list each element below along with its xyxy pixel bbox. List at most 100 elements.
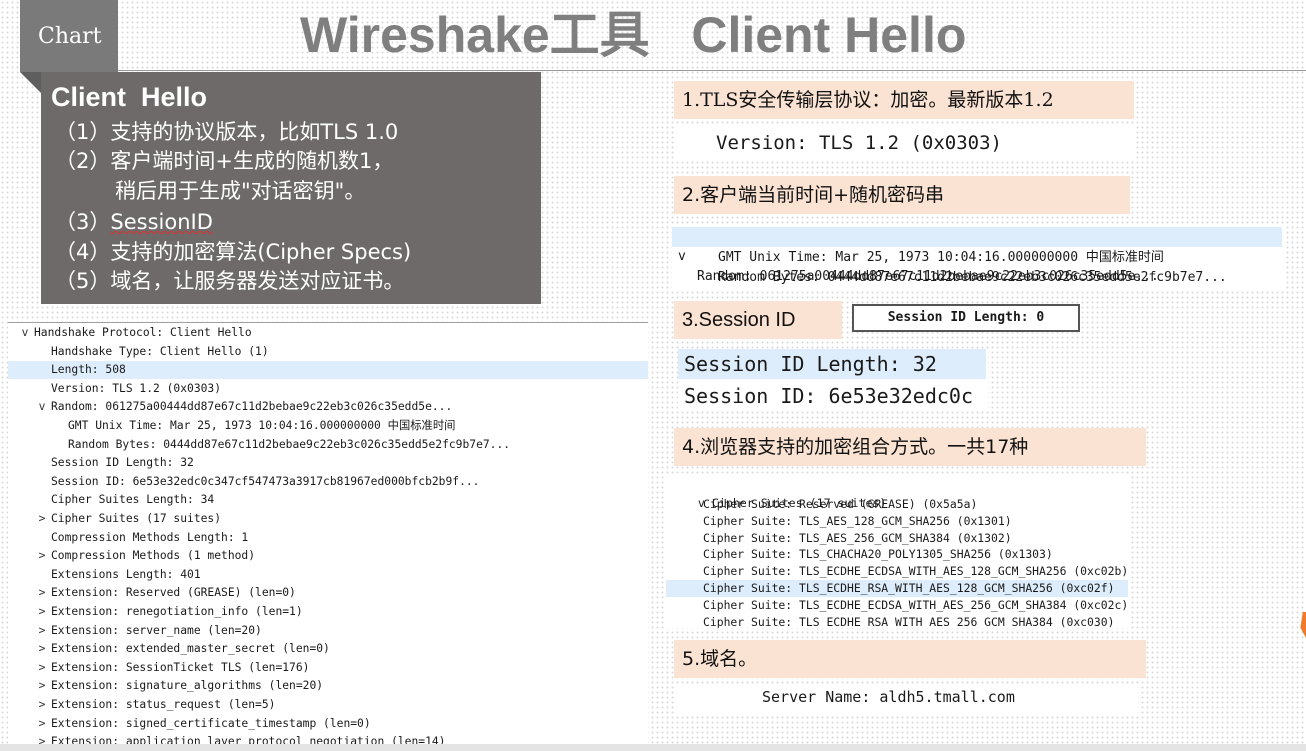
- corner-fold: [20, 72, 42, 94]
- summary-item-cipher: （4）支持的加密算法(Cipher Specs): [55, 240, 412, 264]
- tree-row[interactable]: > Extension: status_request (len=5): [8, 696, 648, 714]
- gmt-row: GMT Unix Time: Mar 25, 1973 10:04:16.000…: [718, 250, 1164, 265]
- random-toggle-icon[interactable]: v: [678, 247, 686, 267]
- tree-row-text: GMT Unix Time: Mar 25, 1973 10:04:16.000…: [68, 419, 456, 432]
- tree-row-text: Random Bytes: 0444dd87e67c11d2bebae9c22e…: [68, 437, 511, 451]
- packet-detail-tree[interactable]: v Handshake Protocol: Client Hello Handsha…: [8, 322, 648, 745]
- summary-item-domain: （5）域名，让服务器发送对应证书。: [55, 269, 405, 293]
- tree-row-text: Version: TLS 1.2 (0x0303): [51, 381, 222, 395]
- cipher-suite-row[interactable]: Cipher Suite: TLS_AES_128_GCM_SHA256 (0x…: [666, 513, 1128, 530]
- cipher-suite-row[interactable]: Cipher Suite: TLS_ECDHE_RSA_WITH_AES_128…: [666, 580, 1128, 597]
- tree-row[interactable]: > Cipher Suites (17 suites): [8, 510, 648, 528]
- tree-row[interactable]: > Extension: signature_algorithms (len=20…: [8, 677, 648, 695]
- cipher-suites-box: v Cipher Suites (17 suites) Cipher Suite…: [666, 476, 1130, 628]
- tree-row[interactable]: Random Bytes: 0444dd87e67c11d2bebae9c22e…: [8, 436, 648, 454]
- chevron-down-icon[interactable]: v: [19, 324, 31, 342]
- section-3-header: 3.Session ID: [674, 301, 842, 339]
- cipher-suite-row[interactable]: Cipher Suite: TLS_CHACHA20_POLY1305_SHA2…: [666, 546, 1128, 563]
- summary-item-version: （1）支持的协议版本，比如TLS 1.0: [55, 120, 399, 144]
- section-5-box: Server Name: aldh5.tmall.com: [674, 684, 1138, 714]
- tree-row[interactable]: Handshake Type: Client Hello (1): [8, 343, 648, 361]
- section-5-header: 5.域名。: [674, 640, 1146, 678]
- section-4-header: 4.浏览器支持的加密组合方式。一共17种: [674, 428, 1146, 466]
- tree-row-text: Extension: signature_algorithms (len=20): [51, 679, 324, 693]
- slide-bottom-bar: [0, 744, 1306, 751]
- page-title: Wireshake工具 Client Hello: [300, 7, 967, 63]
- summary-item-random: （2）客户端时间+生成的随机数1，: [55, 149, 394, 173]
- tree-row[interactable]: Version: TLS 1.2 (0x0303): [8, 380, 648, 398]
- orange-decoration: [1300, 612, 1306, 638]
- tree-row-text: Session ID: 6e53e32edc0c347cf547473a3917…: [51, 474, 480, 488]
- session-id-length-zero-box: Session ID Length: 0: [852, 304, 1080, 332]
- tree-row-text: Random: 061275a00444dd87e67c11d2bebae9c2…: [51, 400, 453, 414]
- chevron-right-icon[interactable]: >: [36, 547, 48, 565]
- tree-row-text: Extension: status_request (len=5): [51, 698, 276, 711]
- section-3-box: Session ID Length: 32 Session ID: 6e53e3…: [678, 349, 988, 411]
- summary-item-sessionid-prefix: （3）: [55, 210, 111, 234]
- title-divider: [118, 70, 1306, 71]
- tree-row-text: Extension: Reserved (GREASE) (len=0): [51, 586, 296, 600]
- tree-row[interactable]: > Extension: renegotiation_info (len=1): [8, 603, 648, 621]
- tree-row[interactable]: Compression Methods Length: 1: [8, 529, 648, 547]
- cipher-suite-row[interactable]: Cipher Suite: TLS_ECDHE_ECDSA_WITH_AES_1…: [666, 563, 1128, 580]
- tree-row[interactable]: > Extension: signed_certificate_timestamp…: [8, 715, 648, 733]
- session-id-row: Session ID: 6e53e32edc0c: [684, 384, 973, 408]
- chevron-right-icon[interactable]: >: [36, 640, 48, 658]
- cipher-suite-row[interactable]: Cipher Suite: TLS_ECDHE_RSA_WITH_AES_256…: [666, 614, 1128, 628]
- tree-row[interactable]: > Compression Methods (1 method): [8, 547, 648, 565]
- chevron-right-icon[interactable]: >: [36, 659, 48, 677]
- section-2-header: 2.客户端当前时间+随机密码串: [674, 176, 1130, 214]
- tree-row[interactable]: > Extension: extended_master_secret (len=…: [8, 640, 648, 658]
- tree-row-text: Extensions Length: 401: [51, 567, 201, 581]
- summary-item-sessionid: （3）SessionID: [55, 208, 213, 236]
- server-name-line: Server Name: aldh5.tmall.com: [762, 688, 1015, 706]
- tree-row-text: Extension: server_name (len=20): [51, 623, 262, 637]
- section-2-box: v Random: 061275a00444dd87e67c11d2bebae9…: [672, 224, 1284, 290]
- tree-row-text: Extension: SessionTicket TLS (len=176): [51, 660, 310, 674]
- tree-row-text: Extension: renegotiation_info (len=1): [51, 605, 303, 618]
- tree-row[interactable]: GMT Unix Time: Mar 25, 1973 10:04:16.000…: [8, 417, 648, 435]
- tree-row[interactable]: v Random: 061275a00444dd87e67c11d2bebae9c…: [8, 398, 648, 416]
- cipher-suites-group[interactable]: v Cipher Suites (17 suites): [670, 478, 886, 510]
- tree-row[interactable]: Cipher Suites Length: 34: [8, 491, 648, 509]
- chevron-down-icon[interactable]: v: [36, 398, 48, 416]
- corner-tab-label: Chart: [38, 24, 102, 49]
- tree-row-text: Handshake Protocol: Client Hello: [34, 326, 252, 339]
- session-id-length-row: Session ID Length: 32: [678, 349, 986, 379]
- random-row[interactable]: v Random: 061275a00444dd87e67c11d2bebae9…: [672, 227, 1282, 284]
- corner-tab: Chart: [20, 0, 118, 72]
- tree-row[interactable]: > Extension: Reserved (GREASE) (len=0): [8, 584, 648, 602]
- tree-row-text: Handshake Type: Client Hello (1): [51, 344, 269, 358]
- version-line: Version: TLS 1.2 (0x0303): [716, 132, 1002, 154]
- tree-row-text: Cipher Suites (17 suites): [51, 512, 222, 525]
- tree-row[interactable]: v Handshake Protocol: Client Hello: [8, 324, 648, 342]
- cipher-suite-row[interactable]: Cipher Suite: Reserved (GREASE) (0x5a5a): [666, 496, 1128, 513]
- tree-row[interactable]: > Extension: server_name (len=20): [8, 622, 648, 640]
- tree-row[interactable]: > Extension: SessionTicket TLS (len=176): [8, 659, 648, 677]
- tree-row[interactable]: Extensions Length: 401: [8, 566, 648, 584]
- summary-heading: Client Hello: [51, 82, 208, 112]
- chevron-right-icon[interactable]: >: [36, 584, 48, 602]
- chevron-right-icon[interactable]: >: [36, 696, 48, 714]
- chevron-right-icon[interactable]: >: [36, 677, 48, 695]
- chevron-right-icon[interactable]: >: [36, 510, 48, 528]
- section-1-box: Version: TLS 1.2 (0x0303): [674, 124, 1134, 160]
- cipher-suite-row[interactable]: Cipher Suite: TLS_ECDHE_ECDSA_WITH_AES_2…: [666, 597, 1128, 614]
- tree-row-text: Extension: signed_certificate_timestamp …: [51, 716, 371, 730]
- tree-row[interactable]: Length: 508: [8, 361, 648, 380]
- cipher-suite-row[interactable]: Cipher Suite: TLS_AES_256_GCM_SHA384 (0x…: [666, 530, 1128, 547]
- tree-row-text: Compression Methods Length: 1: [51, 530, 249, 544]
- tree-row-text: Length: 508: [51, 363, 126, 377]
- chevron-right-icon[interactable]: >: [36, 622, 48, 640]
- tree-row-text: Session ID Length: 32: [51, 456, 194, 470]
- summary-item-sessionid-text: SessionID: [110, 210, 213, 234]
- chevron-right-icon[interactable]: >: [36, 603, 48, 621]
- summary-item-random-cont: 稍后用于生成"对话密钥"。: [115, 179, 366, 203]
- tree-row-text: Compression Methods (1 method): [51, 549, 256, 563]
- tree-row[interactable]: Session ID Length: 32: [8, 454, 648, 472]
- tree-row-text: Cipher Suites Length: 34: [51, 493, 215, 507]
- tree-row-text: Extension: extended_master_secret (len=0…: [51, 642, 330, 656]
- section-1-header: 1.TLS安全传输层协议：加密。最新版本1.2: [674, 81, 1134, 119]
- tree-row[interactable]: Session ID: 6e53e32edc0c347cf547473a3917…: [8, 473, 648, 491]
- chevron-right-icon[interactable]: >: [36, 715, 48, 733]
